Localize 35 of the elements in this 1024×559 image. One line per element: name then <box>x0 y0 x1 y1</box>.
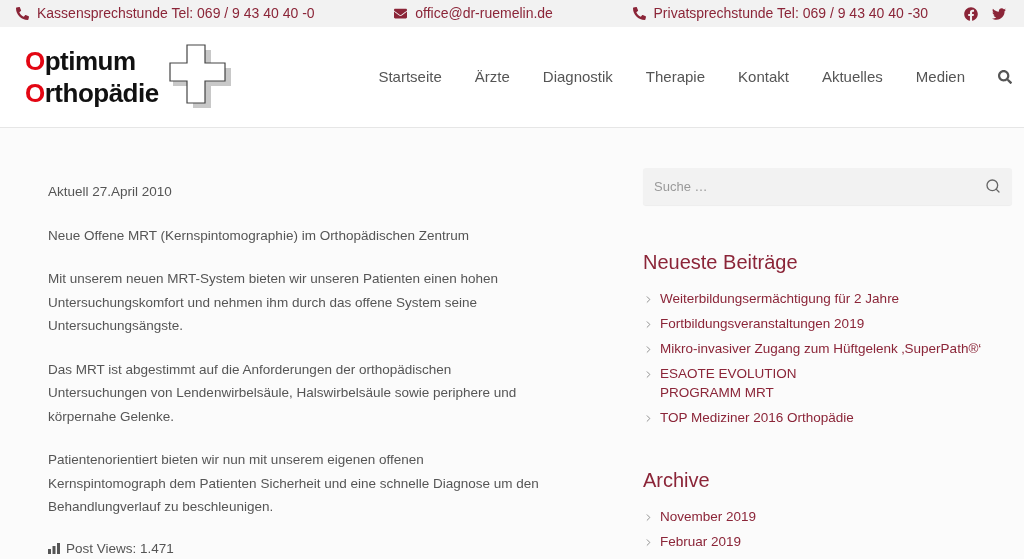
post-link[interactable]: November 2019 <box>660 507 757 526</box>
post-link[interactable]: Mikro-invasiver Zugang zum Hüftgelenk ‚SuperPath®‘ <box>660 339 982 358</box>
post-views: Post Views: 1.471 <box>66 539 174 558</box>
contact-text[interactable]: Privatsprechstunde Tel: 069 / 9 43 40 40 -30 <box>653 3 928 24</box>
post-link[interactable]: TOP Mediziner 2016 Orthopädie <box>660 408 854 427</box>
nav-link[interactable]: Therapie <box>645 65 706 89</box>
logo-text[interactable]: Optimum Orthopädie <box>25 45 159 109</box>
article-paragraph: Patientenorientiert bieten wir nun mit unserem eigenen offenen Kernspintomograph dem Patienten Sicherheit und eine schnelle Diagnose um den Behandlungverlauf zu beschleunigen. <box>48 451 540 516</box>
search-icon[interactable] <box>985 178 1001 194</box>
facebook-icon[interactable] <box>964 6 978 21</box>
mail-icon <box>394 7 408 20</box>
widget-title: Neueste Beiträge <box>643 250 799 275</box>
search-field[interactable]: Suche … <box>643 168 1012 205</box>
article-paragraph: Neue Offene MRT (Kernspintomographie) im Orthopädischen Zentrum <box>48 226 470 245</box>
nav-link[interactable]: Aktuelles <box>821 65 883 89</box>
article-paragraph: Mit unserem neuen MRT-System bieten wir unseren Patienten einen hohen Untersuchungskomfort und nehmen ihm durch das offene System seine Untersuchungsängste. <box>48 270 499 335</box>
post-link[interactable]: ESAOTE EVOLUTION PROGRAMM MRT <box>660 364 797 402</box>
post-link[interactable]: Februar 2019 <box>660 532 742 551</box>
phone-icon <box>16 7 29 20</box>
widget-title: Archive <box>643 468 711 493</box>
nav-link[interactable]: Kontakt <box>738 65 789 89</box>
search-icon[interactable] <box>998 70 1012 84</box>
contact-text[interactable]: Kassensprechstunde Tel: 069 / 9 43 40 40 -0 <box>37 3 315 24</box>
nav-link[interactable]: Startseite <box>378 65 442 89</box>
contact-text[interactable]: office@dr-ruemelin.de <box>415 3 553 24</box>
nav-link[interactable]: Diagnostik <box>542 65 613 89</box>
bar-chart-icon <box>48 542 60 554</box>
post-link[interactable]: Weiterbildungsermächtigung für 2 Jahre <box>660 289 900 308</box>
nav-link[interactable]: Medien <box>915 65 965 89</box>
nav-link[interactable]: Ärzte <box>474 65 510 89</box>
article-paragraph: Das MRT ist abgestimmt auf die Anforderungen der orthopädischen Untersuchungen von Lendenwirbelsäule, Halswirbelsäule sowie periphere und körpernahe Gelenke. <box>48 360 518 426</box>
phone-icon <box>632 7 646 20</box>
article-paragraph: Aktuell 27.April 2010 <box>48 183 173 201</box>
twitter-icon[interactable] <box>992 6 1006 21</box>
post-link[interactable]: Fortbildungsveranstaltungen 2019 <box>660 314 865 333</box>
